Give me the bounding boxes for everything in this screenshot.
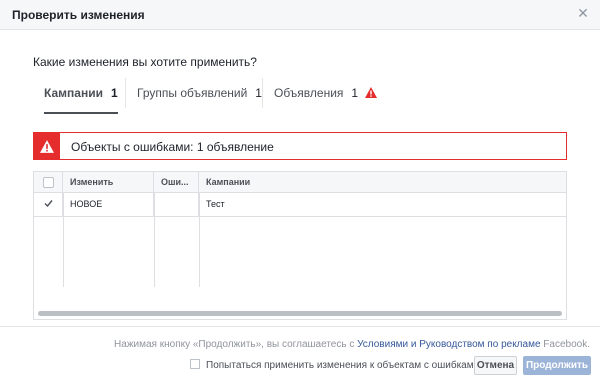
errors-cell <box>154 193 199 216</box>
alert-text: Объекты с ошибками: 1 объявление <box>71 140 274 154</box>
warning-icon <box>40 139 54 153</box>
tab-campaigns[interactable]: Кампании 1 <box>44 78 118 114</box>
tab-ads[interactable]: Объявления 1 <box>274 78 378 108</box>
tab-divider <box>125 78 126 108</box>
close-icon[interactable]: ✕ <box>576 6 590 20</box>
terms-notice: Нажимая кнопку «Продолжить», вы соглашае… <box>114 339 590 350</box>
column-header-change[interactable]: Изменить <box>63 172 154 192</box>
tab-divider <box>262 78 263 108</box>
tab-label: Кампании <box>44 86 103 100</box>
table-header: Изменить Оши... Кампании <box>34 172 566 193</box>
alert-icon-box <box>34 133 60 159</box>
tab-bar: Кампании 1 Группы объявлений 1 Объявления 1 <box>33 78 567 114</box>
tab-ad-sets[interactable]: Группы объявлений 1 <box>137 78 262 108</box>
cancel-button[interactable]: Отмена <box>474 356 517 375</box>
dialog-footer: Нажимая кнопку «Продолжить», вы соглашае… <box>0 326 600 379</box>
column-divider <box>63 193 64 287</box>
select-all-checkbox[interactable] <box>43 177 54 188</box>
question-text: Какие изменения вы хотите применить? <box>33 55 257 69</box>
warning-icon <box>365 87 378 98</box>
terms-link[interactable]: Условиями и Руководством по рекламе <box>357 339 540 350</box>
column-divider <box>199 193 200 287</box>
changes-table: Изменить Оши... Кампании НОВОЕ Тест <box>33 171 567 320</box>
change-cell: НОВОЕ <box>63 193 154 216</box>
column-header-errors[interactable]: Оши... <box>154 172 199 192</box>
tab-count: 1 <box>110 86 118 100</box>
campaign-cell: Тест <box>206 199 225 209</box>
table-row[interactable]: НОВОЕ Тест <box>34 193 566 217</box>
dialog-header: Проверить изменения ✕ <box>0 0 600 30</box>
error-alert: Объекты с ошибками: 1 объявление <box>33 132 567 160</box>
column-header-campaigns[interactable]: Кампании <box>199 172 566 192</box>
apply-with-errors-label: Попытаться применить изменения к объекта… <box>206 360 480 371</box>
row-select-cell <box>34 193 63 216</box>
terms-suffix: Facebook. <box>540 339 590 350</box>
continue-button[interactable]: Продолжить <box>523 356 591 375</box>
apply-with-errors-option[interactable]: Попытаться применить изменения к объекта… <box>190 359 479 371</box>
tab-count: 1 <box>255 86 262 100</box>
tab-count: 1 <box>351 86 359 100</box>
dialog-title: Проверить изменения <box>12 8 145 22</box>
horizontal-scrollbar[interactable] <box>38 311 562 316</box>
column-divider <box>154 193 155 287</box>
terms-prefix: Нажимая кнопку «Продолжить», вы соглашае… <box>114 339 358 350</box>
tab-label: Группы объявлений <box>137 86 248 100</box>
header-select-cell <box>34 172 63 192</box>
tab-label: Объявления <box>274 86 344 100</box>
apply-with-errors-checkbox[interactable] <box>190 359 200 369</box>
checkmark-icon[interactable] <box>43 198 54 209</box>
